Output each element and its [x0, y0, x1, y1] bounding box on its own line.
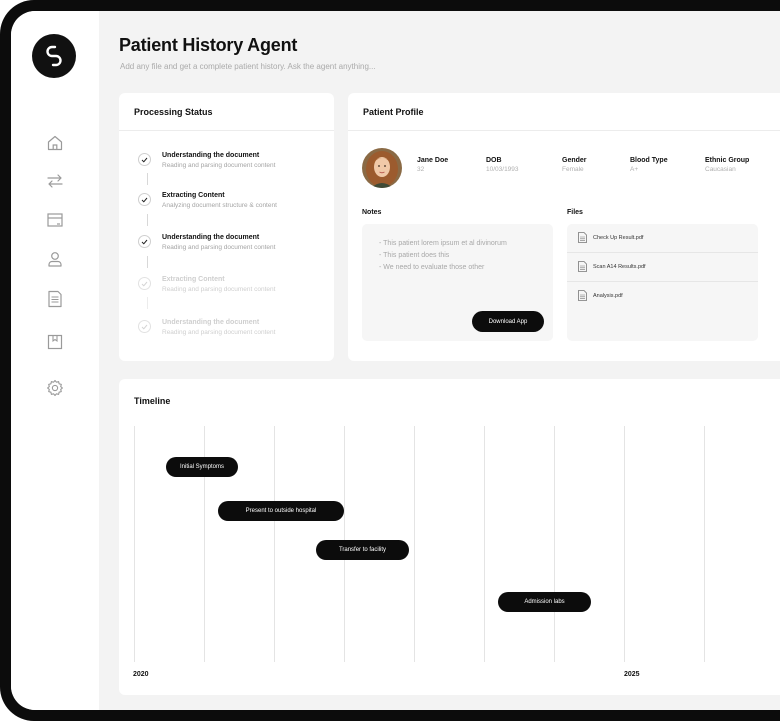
step-connector [147, 256, 148, 268]
app-logo[interactable] [32, 34, 76, 78]
step-subtitle: Reading and parsing document content [162, 286, 276, 293]
note-line: - We need to evaluate those other [379, 264, 485, 271]
note-line: - This patient does this [379, 252, 450, 259]
nav-documents[interactable] [44, 288, 66, 310]
check-circle-icon [138, 153, 151, 166]
blood-type-label: Blood Type [630, 157, 668, 164]
step-connector [147, 173, 148, 185]
file-name: Check Up Result.pdf [593, 235, 644, 241]
notes-label: Notes [362, 209, 382, 216]
main-area: Patient History Agent Add any file and g… [99, 11, 780, 710]
timeline-gridline [484, 426, 485, 662]
file-icon [578, 232, 587, 243]
file-icon [578, 261, 587, 272]
dob-value: 10/03/1993 [486, 166, 519, 173]
gender-field: Gender Female [562, 157, 587, 173]
avatar [362, 148, 402, 188]
nav-settings[interactable] [44, 377, 66, 399]
app-screen: Patient History Agent Add any file and g… [11, 11, 780, 710]
file-item[interactable]: Analysis.pdf [567, 282, 758, 310]
gear-icon [47, 379, 63, 397]
page-title: Patient History Agent [119, 35, 298, 55]
step-title: Extracting Content [162, 276, 225, 283]
nav-window[interactable] [44, 209, 66, 231]
file-item[interactable]: Scan A14 Results.pdf [567, 253, 758, 282]
bookmark-icon [47, 334, 63, 350]
home-icon [47, 135, 63, 151]
timeline-event[interactable]: Initial Symptoms [166, 457, 238, 477]
page-subtitle: Add any file and get a complete patient … [120, 62, 376, 71]
files-label: Files [567, 209, 583, 216]
timeline-gridline [134, 426, 135, 662]
card-title: Processing Status [134, 107, 213, 117]
patient-age: 32 [417, 166, 425, 173]
blood-type-field: Blood Type A+ [630, 157, 668, 173]
timeline-gridline [704, 426, 705, 662]
step-title: Understanding the document [162, 152, 260, 159]
sidebar [11, 11, 99, 710]
nav-bookmarks[interactable] [44, 331, 66, 353]
step-connector [147, 214, 148, 226]
patient-name: Jane Doe [417, 157, 449, 164]
timeline-event[interactable]: Present to outside hospital [218, 501, 344, 521]
nav-home[interactable] [44, 132, 66, 154]
timeline-card: Timeline Initial Symptoms Present to out… [119, 379, 780, 695]
download-app-button[interactable]: Download App [472, 311, 544, 332]
timeline-year-label: 2020 [133, 671, 149, 678]
check-circle-icon [138, 235, 151, 248]
notes-panel: - This patient lorem ipsum et al divinor… [362, 224, 553, 341]
device-frame: Patient History Agent Add any file and g… [0, 0, 780, 721]
file-name: Scan A14 Results.pdf [593, 264, 646, 270]
card-header: Processing Status [119, 93, 334, 131]
file-icon [578, 290, 587, 301]
timeline-gridline [624, 426, 625, 662]
step-subtitle: Reading and parsing document content [162, 329, 276, 336]
swap-arrows-icon [47, 174, 63, 188]
timeline-gridline [554, 426, 555, 662]
ethnic-group-field: Ethnic Group Caucasian [705, 157, 749, 173]
timeline-gridline [414, 426, 415, 662]
check-circle-icon [138, 320, 151, 333]
nav-profile[interactable] [44, 248, 66, 270]
timeline-year-label: 2025 [624, 671, 640, 678]
note-line: - This patient lorem ipsum et al divinor… [379, 240, 507, 247]
step-title: Extracting Content [162, 192, 225, 199]
blood-type-value: A+ [630, 166, 639, 173]
timeline-event[interactable]: Transfer to facility [316, 540, 409, 560]
step-title: Understanding the document [162, 319, 260, 326]
dob-field: DOB 10/03/1993 [486, 157, 519, 173]
patient-name-field: Jane Doe 32 [417, 157, 448, 173]
file-name: Analysis.pdf [593, 293, 623, 299]
document-icon [48, 290, 62, 308]
check-circle-icon [138, 193, 151, 206]
processing-status-card: Processing Status Understanding the docu… [119, 93, 334, 361]
timeline-event[interactable]: Admission labs [498, 592, 591, 612]
nav-transfer[interactable] [44, 170, 66, 192]
card-title: Timeline [134, 396, 171, 406]
link-logo-icon [46, 45, 62, 67]
user-icon [48, 252, 62, 267]
ethnic-group-label: Ethnic Group [705, 157, 750, 164]
check-circle-icon [138, 277, 151, 290]
file-item[interactable]: Check Up Result.pdf [567, 224, 758, 253]
dob-label: DOB [486, 157, 502, 164]
gender-label: Gender [562, 157, 587, 164]
step-subtitle: Reading and parsing document content [162, 244, 276, 251]
step-title: Understanding the document [162, 234, 260, 241]
timeline-gridline [274, 426, 275, 662]
step-subtitle: Reading and parsing document content [162, 162, 276, 169]
files-panel: Check Up Result.pdf Scan A14 Results.pdf… [567, 224, 758, 341]
step-subtitle: Analyzing document structure & content [162, 202, 277, 209]
step-connector [147, 297, 148, 309]
gender-value: Female [562, 166, 584, 173]
window-icon [47, 213, 63, 227]
ethnic-group-value: Caucasian [705, 166, 736, 173]
patient-profile-card: Patient Profile Jane Doe 32 DOB 10/03/19… [348, 93, 780, 361]
card-title: Patient Profile [363, 107, 424, 117]
card-header: Patient Profile [348, 93, 780, 131]
